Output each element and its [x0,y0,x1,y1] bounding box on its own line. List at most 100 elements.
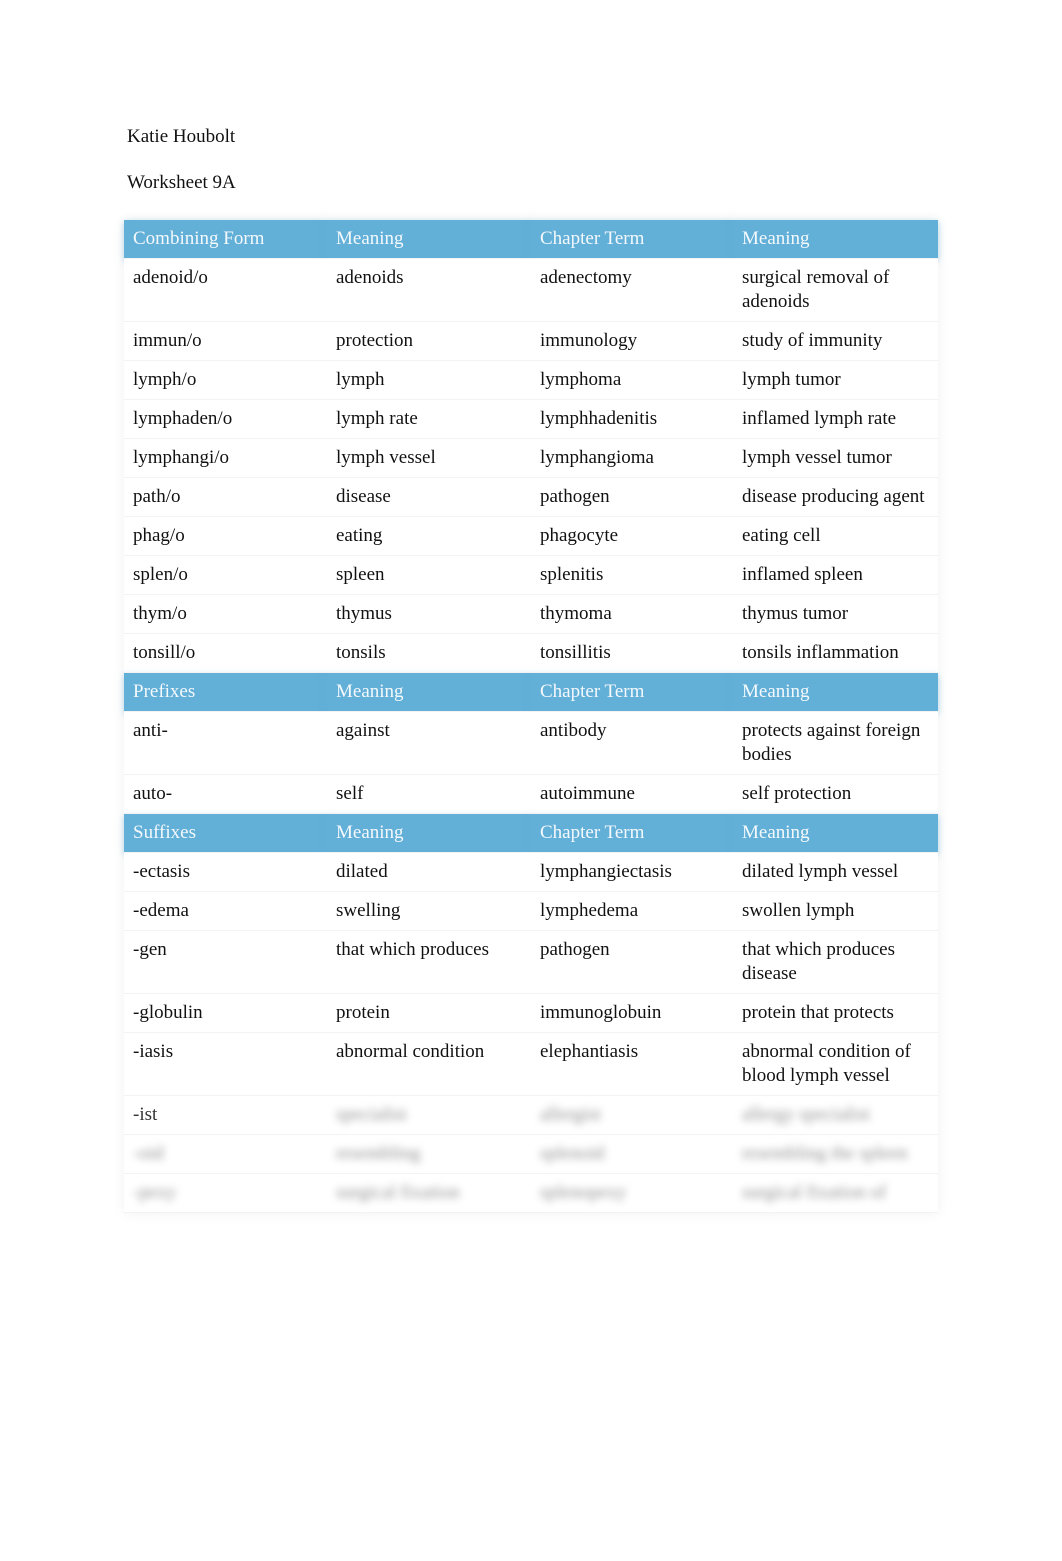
blurred-text: splenoid [540,1143,605,1164]
table-cell: -edema [124,891,327,931]
table-cell: protein [327,993,531,1033]
table-row: tonsill/o tonsils tonsillitis tonsils infla… [124,633,938,673]
table-cell: lymphangiectasis [531,852,733,892]
table-cell: antibody [531,711,733,775]
table-cell: specialist [327,1095,531,1135]
column-header: Chapter Term [531,672,733,712]
table-cell: study of immunity [733,321,938,361]
table-row: adenoid/o adenoids adenectomy surgical remo… [124,258,938,322]
column-header: Meaning [327,220,531,259]
table-cell: protects against foreign bodies [733,711,938,775]
table-cell: adenoid/o [124,258,327,322]
table-cell: abnormal condition of blood lymph vessel [733,1032,938,1096]
column-header: Prefixes [124,672,327,712]
table-cell: immunology [531,321,733,361]
table-cell: self [327,774,531,814]
blurred-text: surgical fixation of [742,1182,887,1203]
table-cell: lymphangioma [531,438,733,478]
author-name: Katie Houbolt [127,126,236,147]
table-cell: splenoid [531,1134,733,1174]
table-cell: tonsillitis [531,633,733,673]
column-header: Chapter Term [531,220,733,259]
table-cell: surgical fixation of [733,1173,938,1213]
table-cell: lymphaden/o [124,399,327,439]
table-cell: -ist [124,1095,327,1135]
table-cell: inflamed spleen [733,555,938,595]
column-header: Meaning [327,813,531,853]
table-cell: that which produces disease [733,930,938,994]
table-row: -iasis abnormal condition elephantiasis abn… [124,1032,938,1096]
blurred-table-row: -pexy surgical fixation splenopexy surgical… [124,1173,938,1213]
table-cell: path/o [124,477,327,517]
blurred-text: resembling [336,1143,421,1164]
column-header: Meaning [733,672,938,712]
table-cell: lymph/o [124,360,327,400]
table-cell: surgical removal of adenoids [733,258,938,322]
table-cell: dilated lymph vessel [733,852,938,892]
table-row: thym/o thymus thymoma thymus tumor [124,594,938,634]
combining-forms-header-row: Combining Form Meaning Chapter Term Meaning [124,220,938,259]
table-cell: lymphangi/o [124,438,327,478]
table-cell: tonsils inflammation [733,633,938,673]
table-cell: dilated [327,852,531,892]
table-cell: tonsils [327,633,531,673]
table-cell: lymphedema [531,891,733,931]
table-row: lymphaden/o lymph rate lymphhadenitis infla… [124,399,938,439]
table-row: -edema swelling lymphedema swollen lymph [124,891,938,931]
table-row: auto-self autoimmune self protection [124,774,938,814]
table-cell: pathogen [531,477,733,517]
suffixes-header-row: Suffixes Meaning Chapter Term Meaning [124,813,938,853]
table-row: -ist specialist allergist allergy specialis… [124,1095,938,1135]
table-cell: tonsill/o [124,633,327,673]
table-cell: surgical fixation [327,1173,531,1213]
table-row: -ectasis dilated lymphangiectasis dilated l… [124,852,938,892]
table-row: path/o disease pathogen disease producing a… [124,477,938,517]
table-cell: allergy specialist [733,1095,938,1135]
table-row: lymph/o lymph lymphoma lymph tumor [124,360,938,400]
table-row: anti-against antibody protects against for… [124,711,938,775]
table-cell: anti- [124,711,327,775]
column-header: Chapter Term [531,813,733,853]
table-cell: auto- [124,774,327,814]
table-cell: lymph rate [327,399,531,439]
table-cell: eating cell [733,516,938,556]
blurred-table-row: -oid resembling splenoid resembling the spl… [124,1134,938,1174]
table-cell: thymus tumor [733,594,938,634]
table-cell: lymphoma [531,360,733,400]
table-cell: that which produces [327,930,531,994]
blurred-text: -pexy [133,1182,177,1203]
table-cell: protein that protects [733,993,938,1033]
table-cell: eating [327,516,531,556]
worksheet-title: Worksheet 9A [127,172,236,193]
table-cell: autoimmune [531,774,733,814]
table-cell: splenitis [531,555,733,595]
table-cell: lymph vessel tumor [733,438,938,478]
table-cell: swelling [327,891,531,931]
table-cell: thymoma [531,594,733,634]
blurred-text: splenopexy [540,1182,627,1203]
table-cell: thymus [327,594,531,634]
table-row: -globulin protein immunoglobuin protein tha… [124,993,938,1033]
table-cell: immunoglobuin [531,993,733,1033]
table-cell: resembling the spleen [733,1134,938,1174]
table-cell: allergist [531,1095,733,1135]
prefixes-header-row: Prefixes Meaning Chapter Term Meaning [124,672,938,712]
table-cell: inflamed lymph rate [733,399,938,439]
table-cell: protection [327,321,531,361]
table-row: immun/o protection immunology study of immu… [124,321,938,361]
table-cell: -ectasis [124,852,327,892]
table-cell: disease [327,477,531,517]
table-cell: adenectomy [531,258,733,322]
table-cell: lymph tumor [733,360,938,400]
table-cell: spleen [327,555,531,595]
table-cell: disease producing agent [733,477,938,517]
table-cell: pathogen [531,930,733,994]
blurred-text: allergist [540,1104,601,1125]
table-cell: lymphhadenitis [531,399,733,439]
table-cell: -iasis [124,1032,327,1096]
table-cell: resembling [327,1134,531,1174]
table-cell: splen/o [124,555,327,595]
table-cell: -oid [124,1134,327,1174]
table-row: splen/o spleen splenitis inflamed spleen [124,555,938,595]
table-row: -gen that which produces pathogen that whic… [124,930,938,994]
